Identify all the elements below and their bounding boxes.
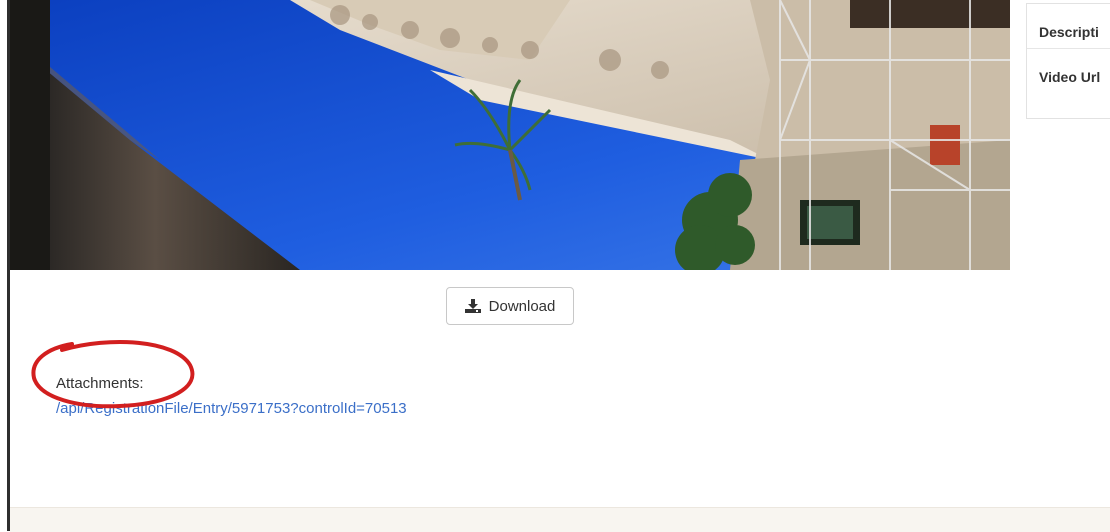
attachment-link[interactable]: /api/RegistrationFile/Entry/5971753?cont…: [56, 400, 407, 417]
side-row-description: Descripti: [1027, 4, 1110, 49]
download-button[interactable]: Download: [446, 287, 574, 325]
download-label: Download: [488, 297, 556, 315]
side-panel: Descripti Video Url: [1026, 3, 1110, 119]
footer-bar: [10, 507, 1110, 532]
attachments-label: Attachments:: [56, 375, 144, 392]
left-border: [0, 0, 10, 531]
side-row-video-url: Video Url: [1039, 69, 1101, 85]
download-icon: [464, 299, 481, 313]
photo-preview: [10, 0, 1010, 270]
